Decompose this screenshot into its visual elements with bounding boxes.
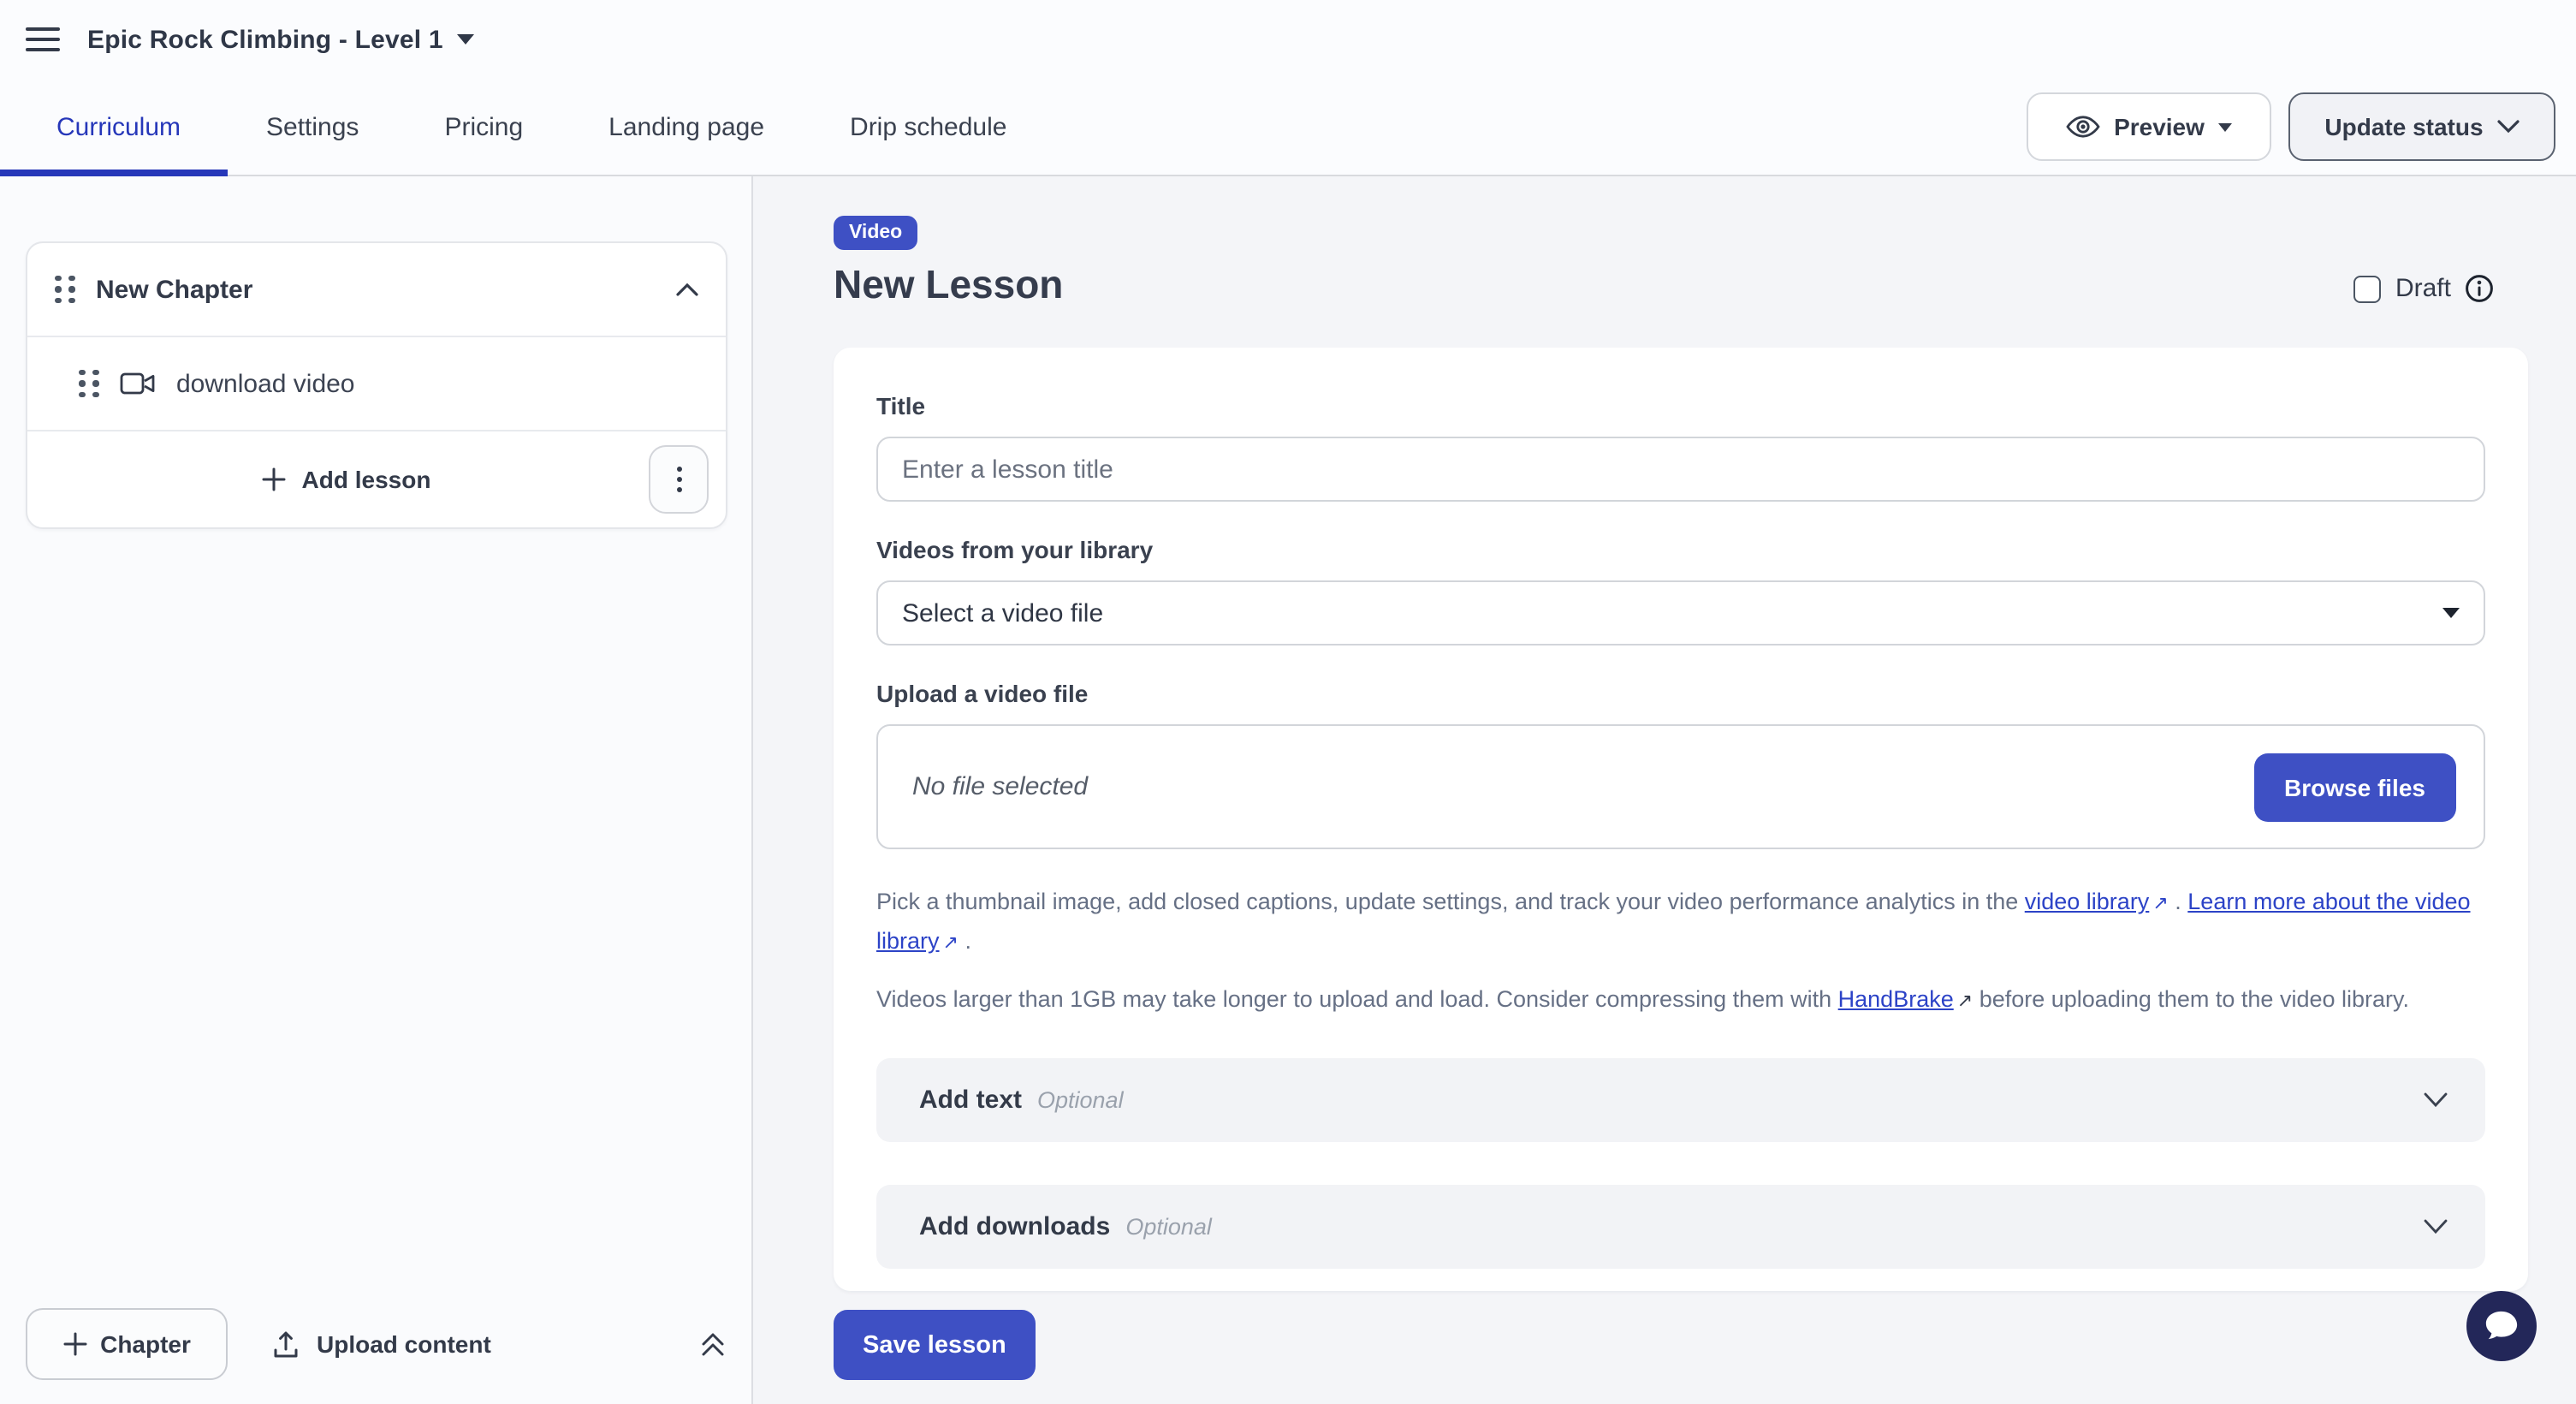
library-field-label: Videos from your library xyxy=(876,536,2485,563)
save-row: Save lesson xyxy=(834,1310,1036,1380)
tab-drip-schedule[interactable]: Drip schedule xyxy=(850,79,1006,175)
video-library-help-text: Pick a thumbnail image, add closed capti… xyxy=(876,883,2485,962)
add-lesson-row: Add lesson xyxy=(27,431,726,527)
add-text-label: Add text xyxy=(919,1086,1022,1115)
preview-button[interactable]: Preview xyxy=(2027,92,2271,161)
title-field-label: Title xyxy=(876,392,2485,419)
lesson-editor: Video New Lesson Draft Title xyxy=(753,176,2576,1404)
plus-icon xyxy=(263,467,287,491)
app-window: Epic Rock Climbing - Level 1 Curriculum … xyxy=(0,0,2576,1404)
add-downloads-accordion[interactable]: Add downloads Optional xyxy=(876,1185,2485,1269)
drag-handle-icon[interactable] xyxy=(55,276,75,304)
draft-label: Draft xyxy=(2395,274,2451,303)
sidebar-footer: Chapter Upload content xyxy=(0,1284,751,1404)
add-chapter-button[interactable]: Chapter xyxy=(26,1308,228,1380)
lesson-row[interactable]: download video xyxy=(27,337,726,431)
chapter-title: New Chapter xyxy=(96,275,252,304)
chevron-up-icon[interactable] xyxy=(676,283,698,296)
lesson-title-input[interactable] xyxy=(876,437,2485,502)
caret-down-icon[interactable] xyxy=(457,34,474,45)
caret-down-icon xyxy=(2442,608,2460,618)
plus-icon xyxy=(62,1332,86,1356)
chevron-down-icon xyxy=(2497,120,2520,134)
external-link-icon: ↗ xyxy=(943,926,959,962)
course-title[interactable]: Epic Rock Climbing - Level 1 xyxy=(87,25,443,54)
external-link-icon: ↗ xyxy=(2152,887,2168,923)
drag-handle-icon[interactable] xyxy=(79,370,99,398)
video-library-select[interactable]: Select a video file xyxy=(876,580,2485,645)
tab-settings[interactable]: Settings xyxy=(266,79,359,175)
add-downloads-label: Add downloads xyxy=(919,1212,1110,1241)
lesson-header: Video New Lesson Draft xyxy=(834,216,2528,308)
handbrake-link[interactable]: HandBrake xyxy=(1838,986,1954,1012)
add-text-accordion[interactable]: Add text Optional xyxy=(876,1058,2485,1142)
header-actions: Preview Update status xyxy=(2027,79,2555,175)
optional-label: Optional xyxy=(1037,1087,1124,1113)
hamburger-menu-icon[interactable] xyxy=(26,27,60,51)
top-bar: Epic Rock Climbing - Level 1 xyxy=(0,0,2576,79)
lesson-form-card: Title Videos from your library Select a … xyxy=(834,348,2528,1291)
draft-toggle-group: Draft xyxy=(2354,274,2494,303)
upload-icon xyxy=(272,1330,300,1359)
file-upload-dropzone[interactable]: No file selected Browse files xyxy=(876,724,2485,849)
upload-field-label: Upload a video file xyxy=(876,680,2485,707)
upload-content-button[interactable]: Upload content xyxy=(272,1330,491,1359)
collapse-all-icon[interactable] xyxy=(700,1330,726,1358)
tab-pricing[interactable]: Pricing xyxy=(444,79,523,175)
chevron-down-icon xyxy=(2424,1219,2448,1234)
chat-widget-button[interactable] xyxy=(2466,1291,2537,1361)
chevron-down-icon xyxy=(2424,1092,2448,1108)
optional-label: Optional xyxy=(1125,1214,1212,1240)
save-lesson-button[interactable]: Save lesson xyxy=(834,1310,1036,1380)
browse-files-button[interactable]: Browse files xyxy=(2253,753,2456,821)
video-library-link[interactable]: video library xyxy=(2025,889,2150,914)
tabs-bar: Curriculum Settings Pricing Landing page… xyxy=(0,79,2576,176)
add-lesson-button[interactable]: Add lesson xyxy=(45,431,649,527)
caret-down-icon xyxy=(2218,122,2232,131)
lesson-title: download video xyxy=(176,369,355,398)
speech-bubble-icon xyxy=(2482,1308,2521,1344)
chapter-options-button[interactable] xyxy=(649,445,709,514)
chapter-card: New Chapter download video xyxy=(26,241,727,529)
lesson-type-badge: Video xyxy=(834,216,917,250)
curriculum-sidebar: New Chapter download video xyxy=(0,176,753,1404)
lesson-page-title: New Lesson xyxy=(834,262,2528,308)
eye-icon xyxy=(2066,115,2100,139)
tab-list: Curriculum Settings Pricing Landing page… xyxy=(0,79,1006,175)
content-area: New Chapter download video xyxy=(0,176,2576,1404)
tab-landing-page[interactable]: Landing page xyxy=(608,79,764,175)
draft-checkbox[interactable] xyxy=(2354,275,2382,302)
select-value: Select a video file xyxy=(902,598,1103,628)
info-icon[interactable] xyxy=(2465,274,2494,303)
video-camera-icon xyxy=(120,372,156,396)
update-status-button[interactable]: Update status xyxy=(2288,92,2555,161)
external-link-icon: ↗ xyxy=(1957,985,1973,1020)
tab-curriculum[interactable]: Curriculum xyxy=(56,79,181,175)
compression-help-text: Videos larger than 1GB may take longer t… xyxy=(876,981,2485,1020)
chapter-header-row[interactable]: New Chapter xyxy=(27,243,726,337)
no-file-text: No file selected xyxy=(912,772,1088,801)
